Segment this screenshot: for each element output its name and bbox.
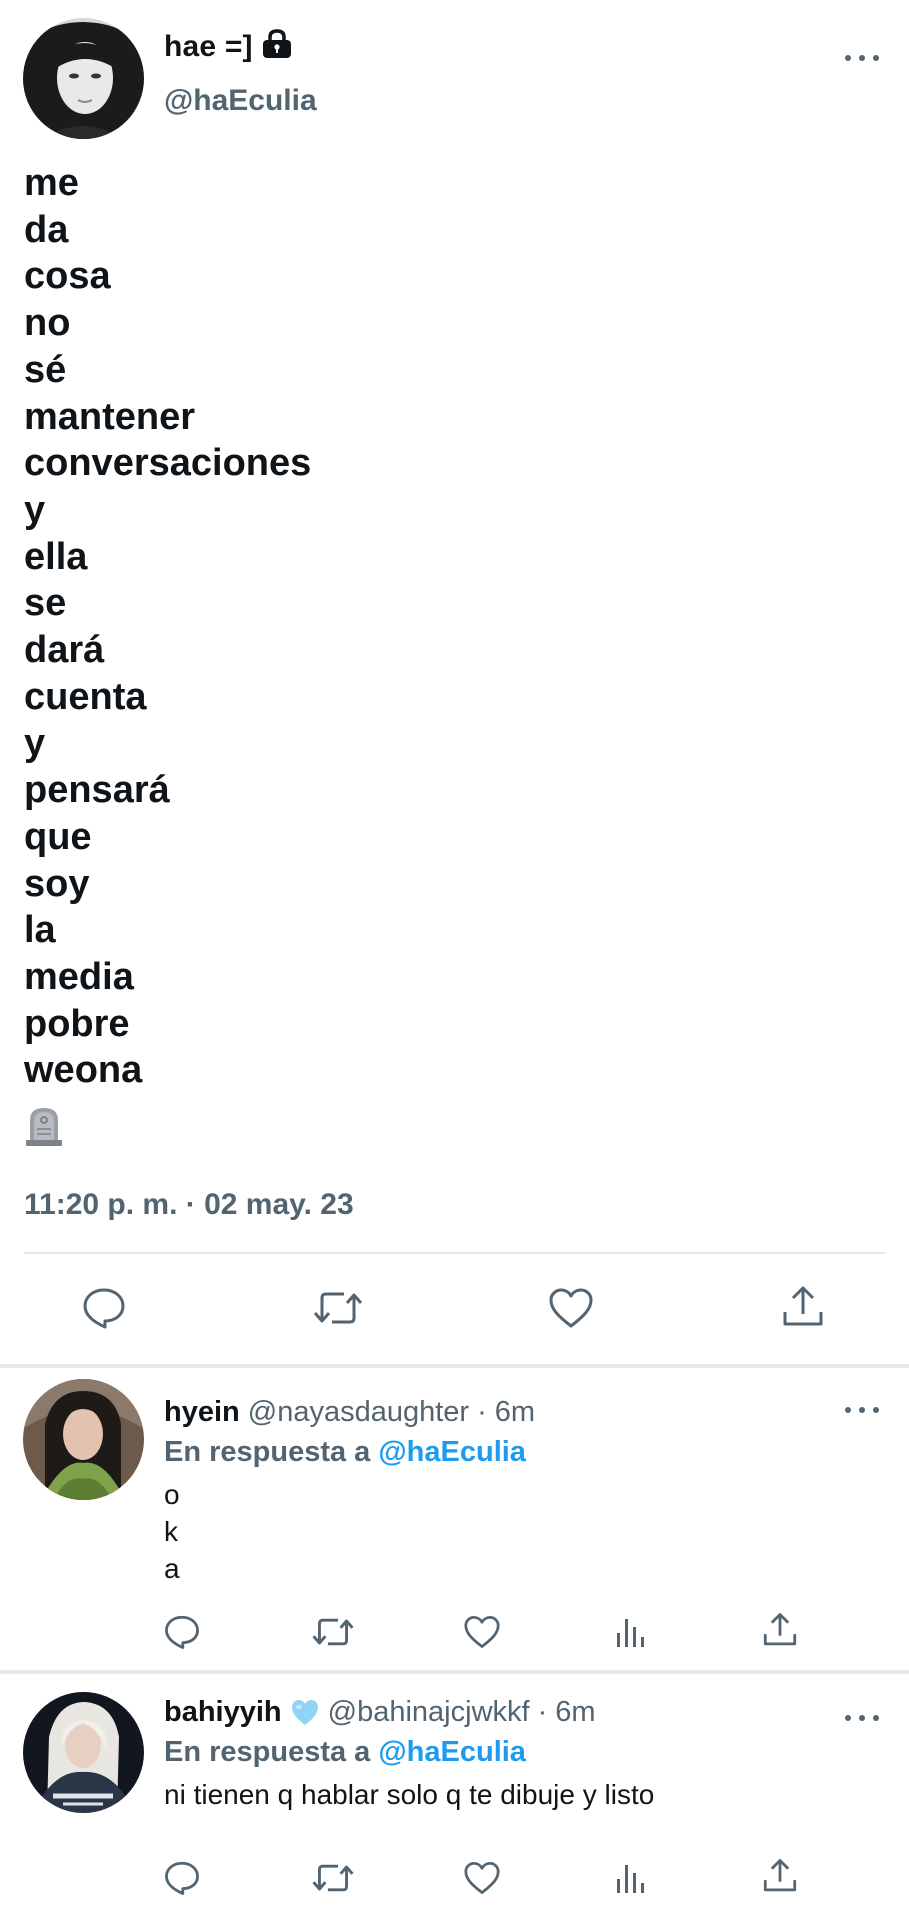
share-icon[interactable] [778, 1282, 828, 1332]
retweet-icon[interactable] [310, 1612, 356, 1652]
heart-icon[interactable] [462, 1858, 502, 1898]
reply-prefix: En respuesta a [164, 1436, 371, 1468]
reply-avatar[interactable] [23, 1692, 144, 1813]
share-icon[interactable] [760, 1856, 800, 1896]
reply-tweet[interactable]: bahiyyih @bahinajcjwkkf · 6m En respuest… [0, 1674, 909, 1920]
reply-text-line: k [164, 1516, 178, 1547]
tweet-text-line: sé [24, 348, 67, 391]
more-icon[interactable] [845, 1404, 879, 1416]
tweet-text-line: mantener [24, 395, 196, 438]
tweet-text-line: que [24, 815, 92, 858]
tweet-text-line: y [24, 488, 46, 531]
reply-handle[interactable]: @nayasdaughter [248, 1396, 469, 1429]
main-action-bar [0, 1280, 909, 1336]
tweet-text-line: weona [24, 1049, 143, 1092]
tweet-text-line: me [24, 162, 79, 204]
divider [24, 1252, 885, 1254]
tweet-text-line: dará [24, 629, 105, 672]
reply-icon[interactable] [162, 1858, 202, 1898]
author-name-row: hae =] [164, 29, 293, 64]
author-handle[interactable]: @haEculia [164, 84, 317, 118]
reply-text: o k a [164, 1476, 180, 1587]
reply-time[interactable]: · 6m [477, 1396, 535, 1429]
reply-mention-link[interactable]: @haEculia [378, 1736, 526, 1768]
reply-tweet[interactable]: hyein @nayasdaughter · 6m En respuesta a… [0, 1368, 909, 1670]
retweet-icon[interactable] [310, 1858, 356, 1898]
reply-text-line: o [164, 1479, 180, 1510]
retweet-icon[interactable] [310, 1284, 366, 1332]
share-icon[interactable] [760, 1610, 800, 1650]
main-tweet: hae =] @haEculia me da cosa no sé mantener con… [0, 0, 909, 1366]
tweet-text-line: no [24, 302, 71, 345]
tweet-text-line: cuenta [24, 675, 147, 718]
reply-text: ni tienen q hablar solo q te dibuje y li… [164, 1776, 654, 1813]
more-icon[interactable] [845, 52, 879, 64]
tweet-text-line: da [24, 208, 69, 251]
author-avatar[interactable] [23, 18, 144, 139]
tweet-text-line: conversaciones [24, 442, 312, 485]
reply-mention-link[interactable]: @haEculia [378, 1436, 526, 1468]
light-blue-heart-icon [291, 1699, 318, 1725]
heart-icon[interactable] [462, 1612, 502, 1652]
more-icon[interactable] [845, 1712, 879, 1724]
author-display-name[interactable]: hae =] [164, 30, 253, 64]
tweet-text-line: se [24, 582, 67, 625]
reply-context: En respuesta a @haEculia [164, 1436, 526, 1469]
views-icon[interactable] [612, 1612, 650, 1652]
tweet-text-line: soy [24, 862, 90, 905]
views-icon[interactable] [612, 1858, 650, 1898]
reply-display-name[interactable]: hyein [164, 1396, 240, 1429]
reply-text-line: ni tienen q hablar solo q te dibuje y li… [164, 1779, 655, 1810]
tweet-text-line: cosa [24, 255, 111, 298]
tweet-text-line: la [24, 909, 56, 952]
tweet-text-line: y [24, 722, 46, 765]
reply-display-name[interactable]: bahiyyih [164, 1696, 282, 1729]
reply-avatar[interactable] [23, 1379, 144, 1500]
tweet-timestamp[interactable]: 11:20 p. m. · 02 may. 23 [24, 1188, 354, 1222]
lock-icon [262, 29, 291, 58]
reply-text-line: a [164, 1553, 180, 1584]
headstone-emoji [26, 1108, 62, 1146]
reply-header: bahiyyih @bahinajcjwkkf · 6m [164, 1696, 596, 1729]
reply-time[interactable]: · 6m [538, 1696, 596, 1729]
reply-header: hyein @nayasdaughter · 6m [164, 1396, 535, 1429]
tweet-text-line: pensará [24, 769, 170, 812]
tweet-text-line: pobre [24, 1002, 130, 1045]
tweet-text-line: media [24, 955, 134, 998]
reply-handle[interactable]: @bahinajcjwkkf [328, 1696, 530, 1729]
heart-icon[interactable] [546, 1284, 596, 1332]
reply-icon[interactable] [162, 1612, 202, 1652]
tweet-text: me da cosa no sé mantener conversaciones y ella s… [24, 160, 311, 1094]
reply-context: En respuesta a @haEculia [164, 1736, 526, 1769]
reply-prefix: En respuesta a [164, 1736, 371, 1768]
tweet-text-line: ella [24, 535, 88, 578]
reply-icon[interactable] [78, 1284, 130, 1332]
